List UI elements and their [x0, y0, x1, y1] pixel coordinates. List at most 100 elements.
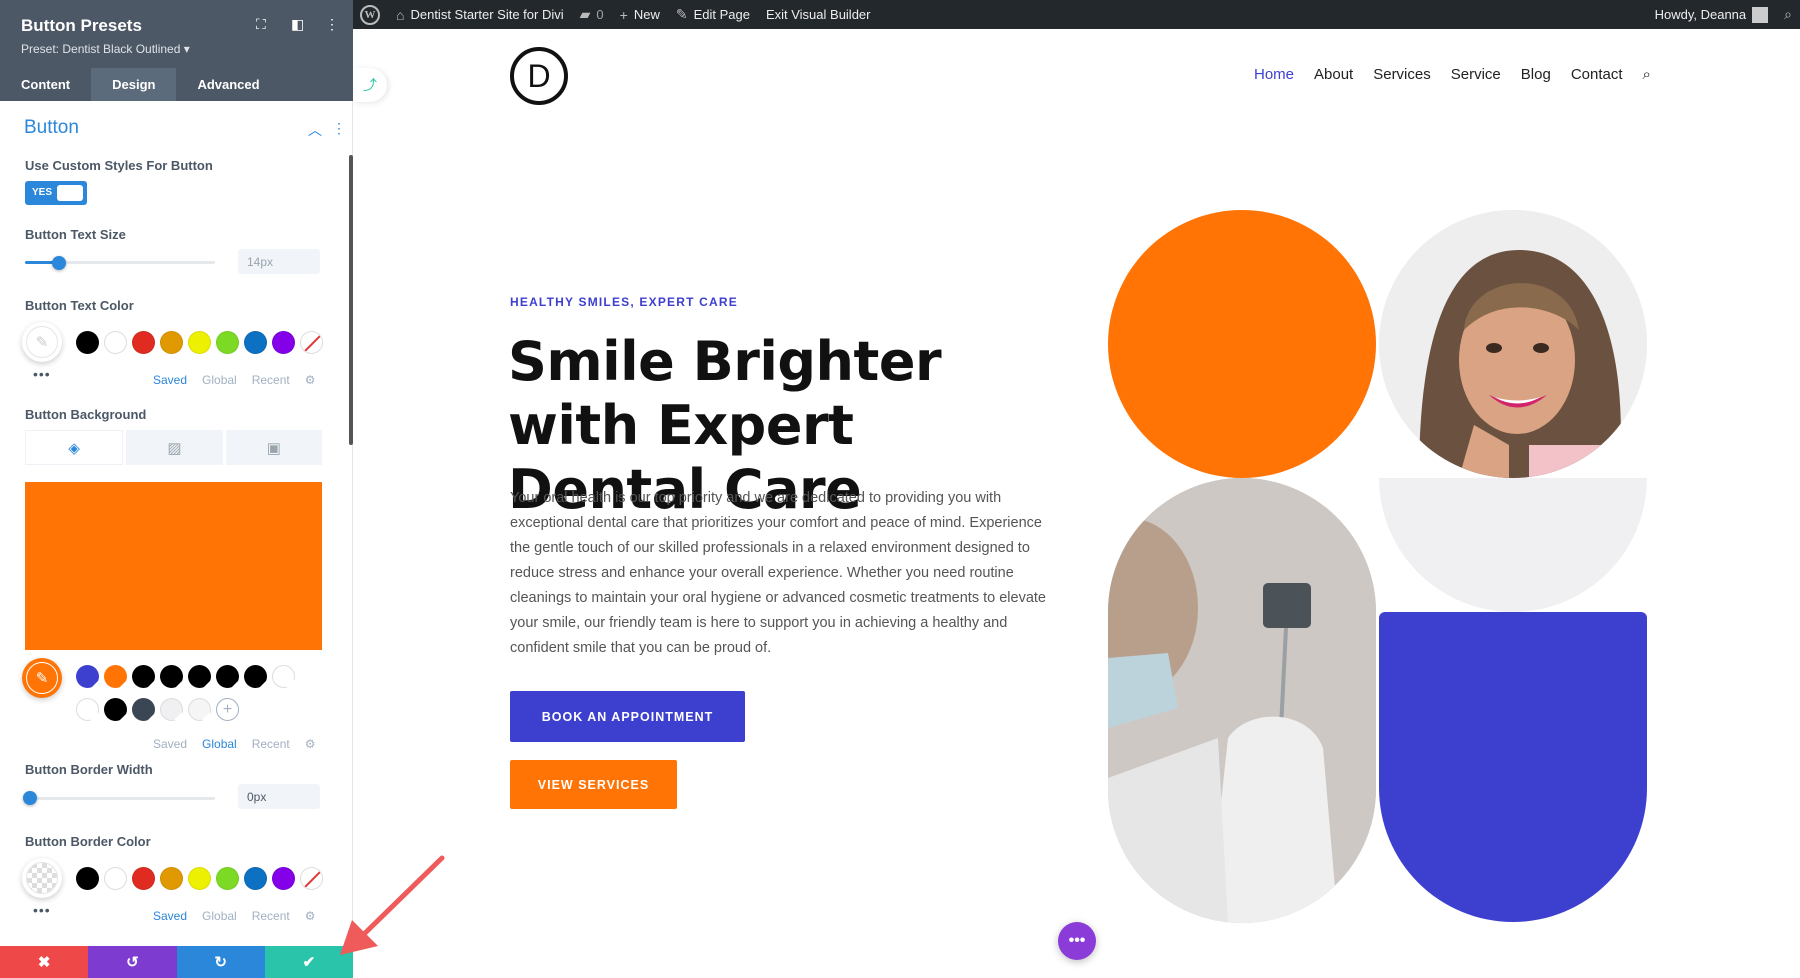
palette-saved-link[interactable]: Saved — [153, 737, 187, 751]
nav-item-contact[interactable]: Contact — [1571, 66, 1623, 83]
global-color-swatch-b-4[interactable] — [160, 698, 183, 721]
global-color-swatch-b-3[interactable] — [132, 698, 155, 721]
edit-page-link[interactable]: ✎ Edit Page — [668, 0, 758, 29]
section-options-icon[interactable]: ⋮ — [332, 120, 346, 137]
global-color-swatch-2[interactable] — [104, 665, 127, 688]
palette-recent-link[interactable]: Recent — [252, 909, 290, 923]
paint-bucket-icon[interactable]: ◈ — [25, 430, 124, 465]
exit-visual-builder-link[interactable]: Exit Visual Builder — [758, 0, 879, 29]
discard-button[interactable]: ✖ — [0, 946, 89, 978]
palette-recent-link[interactable]: Recent — [252, 737, 290, 751]
tab-content[interactable]: Content — [0, 68, 91, 101]
border-color-swatch-7[interactable] — [244, 867, 267, 890]
border-width-slider-handle[interactable] — [23, 791, 37, 805]
close-icon: ✖ — [37, 954, 51, 971]
border-color-swatch-5[interactable] — [188, 867, 211, 890]
nav-item-service[interactable]: Service — [1451, 66, 1501, 83]
global-color-swatch-1[interactable] — [76, 665, 99, 688]
text-color-swatch-1[interactable] — [76, 331, 99, 354]
global-color-swatch-b-1[interactable] — [76, 698, 99, 721]
tab-design[interactable]: Design — [91, 68, 177, 101]
account-menu[interactable]: Howdy, Deanna — [1647, 0, 1777, 29]
panel-scrollbar[interactable] — [349, 155, 353, 445]
nav-item-home[interactable]: Home — [1254, 66, 1294, 83]
panel-toggle-handle[interactable]: ⤴ — [353, 68, 387, 102]
text-color-swatch-3[interactable] — [132, 331, 155, 354]
book-appointment-button[interactable]: BOOK AN APPOINTMENT — [510, 691, 745, 742]
more-colors-icon[interactable]: ••• — [33, 366, 51, 382]
custom-styles-toggle[interactable]: YES — [25, 181, 87, 205]
undo-button[interactable]: ↺ — [88, 946, 177, 978]
text-color-swatch-6[interactable] — [216, 331, 239, 354]
border-color-label: Button Border Color — [25, 834, 151, 849]
global-color-swatch-3[interactable] — [132, 665, 155, 688]
builder-options-button[interactable]: ••• — [1058, 922, 1096, 960]
global-color-swatch-7[interactable] — [244, 665, 267, 688]
more-colors-icon[interactable]: ••• — [33, 902, 51, 918]
redo-button[interactable]: ↻ — [176, 946, 265, 978]
nav-item-about[interactable]: About — [1314, 66, 1353, 83]
global-color-swatch-4[interactable] — [160, 665, 183, 688]
palette-saved-link[interactable]: Saved — [153, 373, 187, 387]
border-color-swatch-6[interactable] — [216, 867, 239, 890]
gear-icon[interactable]: ⚙ — [305, 737, 316, 751]
avatar — [1752, 6, 1769, 23]
border-color-swatch-1[interactable] — [76, 867, 99, 890]
palette-saved-link[interactable]: Saved — [153, 909, 187, 923]
view-services-button[interactable]: VIEW SERVICES — [510, 760, 677, 809]
palette-global-link[interactable]: Global — [202, 909, 237, 923]
gear-icon[interactable]: ⚙ — [305, 373, 316, 387]
border-color-picker[interactable] — [22, 858, 62, 898]
text-color-swatch-8[interactable] — [272, 331, 295, 354]
plus-icon: + — [619, 6, 628, 23]
section-title-button[interactable]: Button — [24, 117, 79, 139]
dock-icon[interactable]: ◧ — [291, 16, 304, 33]
palette-global-link[interactable]: Global — [202, 373, 237, 387]
palette-recent-link[interactable]: Recent — [252, 373, 290, 387]
collapse-icon[interactable]: ︿ — [308, 120, 322, 140]
nav-item-blog[interactable]: Blog — [1521, 66, 1551, 83]
global-color-swatch-6[interactable] — [216, 665, 239, 688]
background-color-picker[interactable]: ✎ — [22, 658, 62, 698]
global-color-swatch-b-2[interactable] — [104, 698, 127, 721]
text-color-picker[interactable]: ✎ — [22, 322, 62, 362]
image-icon[interactable]: ▣ — [225, 430, 322, 465]
tab-advanced[interactable]: Advanced — [176, 68, 280, 101]
gear-icon[interactable]: ⚙ — [305, 909, 316, 923]
global-color-swatch-8[interactable] — [272, 665, 295, 688]
site-logo[interactable]: D — [510, 47, 568, 105]
admin-search[interactable]: ⌕ — [1776, 0, 1800, 29]
border-color-swatch-4[interactable] — [160, 867, 183, 890]
border-width-input[interactable]: 0px — [238, 784, 320, 809]
text-color-swatch-5[interactable] — [188, 331, 211, 354]
global-color-swatch-5[interactable] — [188, 665, 211, 688]
border-color-swatch-2[interactable] — [104, 867, 127, 890]
text-color-swatch-4[interactable] — [160, 331, 183, 354]
no-color-swatch[interactable] — [300, 867, 323, 890]
border-color-swatch-8[interactable] — [272, 867, 295, 890]
text-size-input[interactable]: 14px — [238, 249, 320, 274]
new-content-menu[interactable]: + New — [612, 0, 668, 29]
background-color-preview[interactable] — [25, 482, 322, 650]
palette-global-link[interactable]: Global — [202, 737, 237, 751]
fullscreen-icon[interactable]: ⛶ — [256, 16, 266, 33]
no-color-swatch[interactable] — [300, 331, 323, 354]
border-width-slider-track[interactable] — [25, 797, 215, 800]
text-color-swatch-7[interactable] — [244, 331, 267, 354]
text-color-label: Button Text Color — [25, 298, 134, 313]
nav-item-services[interactable]: Services — [1373, 66, 1431, 83]
border-color-swatches — [76, 867, 323, 890]
site-name-label: Dentist Starter Site for Divi — [410, 7, 564, 22]
gradient-icon[interactable]: ▨ — [126, 430, 223, 465]
add-global-color-button[interactable]: + — [216, 698, 239, 721]
site-name-link[interactable]: ⌂ Dentist Starter Site for Divi — [388, 0, 572, 29]
preset-selector[interactable]: Preset: Dentist Black Outlined ▾ — [21, 42, 190, 56]
exit-label: Exit Visual Builder — [765, 7, 871, 22]
comments-link[interactable]: ▰ 0 — [572, 0, 612, 29]
more-options-icon[interactable]: ⋮ — [325, 16, 339, 33]
global-color-swatch-b-5[interactable] — [188, 698, 211, 721]
border-color-swatch-3[interactable] — [132, 867, 155, 890]
text-size-slider-handle[interactable] — [51, 256, 66, 270]
text-color-swatch-2[interactable] — [104, 331, 127, 354]
search-icon[interactable]: ⌕ — [1643, 66, 1651, 83]
